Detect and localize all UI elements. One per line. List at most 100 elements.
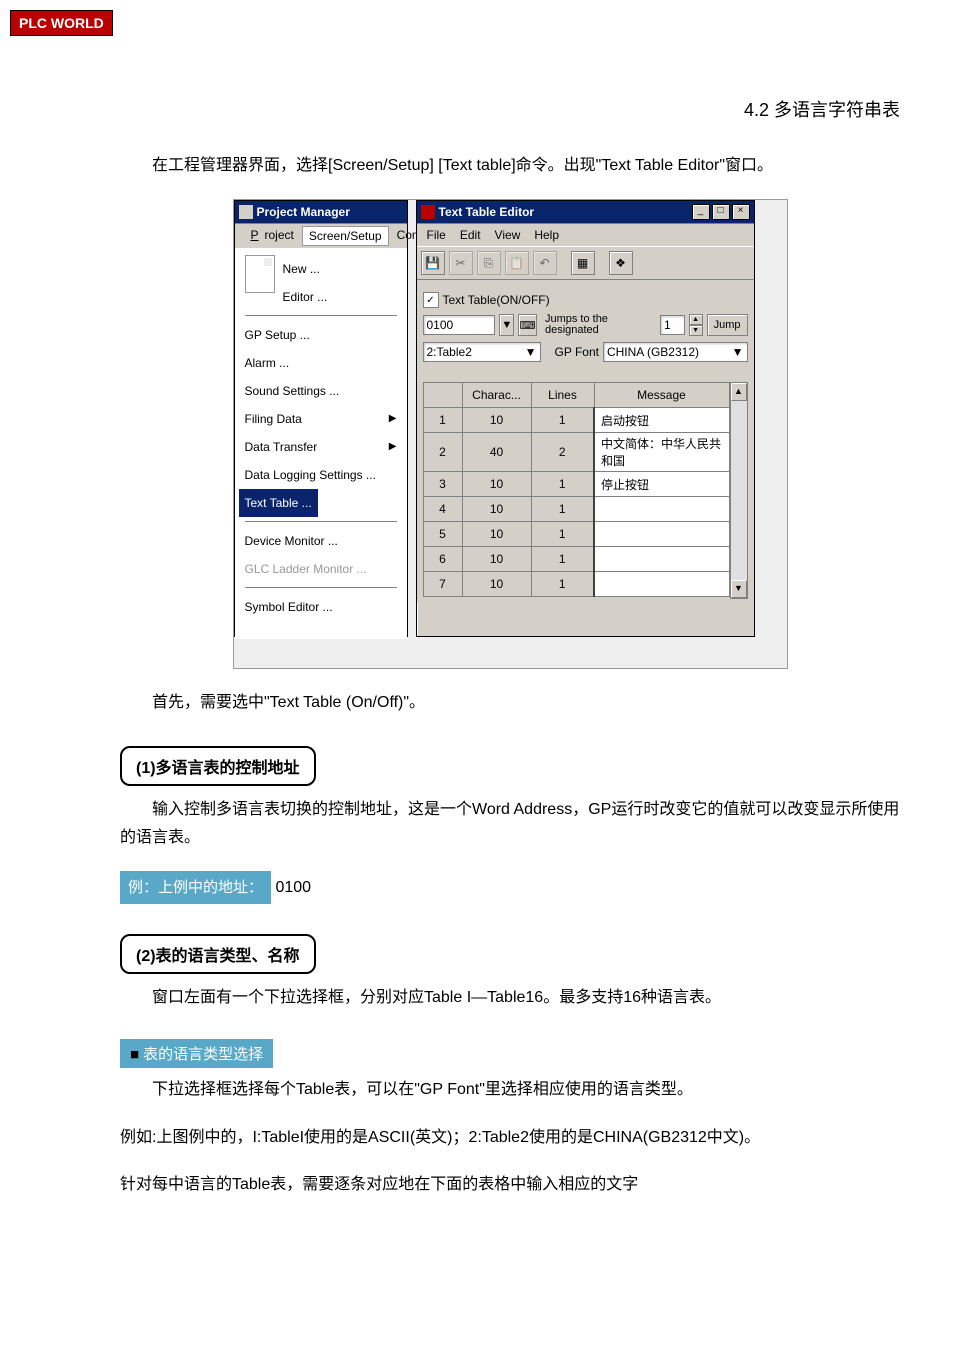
row-header: 5	[423, 522, 462, 547]
maximize-button[interactable]: □	[712, 204, 730, 220]
section-box-2: (2)表的语言类型、名称	[120, 934, 316, 974]
menu-edit[interactable]: Edit	[454, 226, 487, 244]
col-header-lines[interactable]: Lines	[531, 383, 594, 408]
cut-button[interactable]: ✂	[449, 251, 473, 275]
pm-titlebar: Project Manager	[235, 201, 407, 223]
cell-message[interactable]: 停止按钮	[594, 472, 729, 497]
tool-button-2[interactable]: ❖	[609, 251, 633, 275]
menu-device-monitor[interactable]: Device Monitor ...	[245, 527, 397, 555]
close-button[interactable]: ×	[732, 204, 750, 220]
spin-up-button[interactable]: ▲	[689, 314, 703, 325]
col-header-message[interactable]: Message	[594, 383, 729, 408]
pm-menu-body: New ... Editor ... GP Setup ... Alarm ..…	[235, 249, 407, 639]
row-header: 1	[423, 408, 462, 433]
row-header: 7	[423, 572, 462, 597]
table-row[interactable]: 7101	[423, 572, 729, 597]
address-dropdown-button[interactable]: ▼	[499, 314, 514, 336]
cell-charac[interactable]: 10	[462, 547, 531, 572]
para5b: 例如:上图例中的，I:TableI使用的是ASCII(英文)；2:Table2使…	[120, 1124, 900, 1151]
vertical-scrollbar[interactable]: ▲ ▼	[730, 382, 748, 599]
menu-data-logging[interactable]: Data Logging Settings ...	[245, 461, 397, 489]
undo-button[interactable]: ↶	[533, 251, 557, 275]
screenshot-figure: Project Manager Project Screen/Setup Con…	[233, 199, 788, 669]
chevron-down-icon: ▼	[525, 345, 537, 359]
submenu-caret-icon: ▶	[389, 407, 397, 431]
gp-font-select[interactable]: CHINA (GB2312)▼	[603, 342, 748, 362]
row-header: 3	[423, 472, 462, 497]
text-table-editor-window: Text Table Editor _ □ × File Edit View H…	[416, 200, 755, 637]
cell-lines[interactable]: 1	[531, 522, 594, 547]
sub-heading: 表的语言类型选择	[120, 1039, 273, 1068]
cell-message[interactable]: 中文简体：中华人民共和国	[594, 433, 729, 472]
cell-lines[interactable]: 1	[531, 408, 594, 433]
gp-font-label: GP Font	[555, 345, 599, 359]
menu-filing-data[interactable]: Filing Data▶	[245, 405, 397, 433]
app-icon	[239, 205, 253, 219]
menu-text-table[interactable]: Text Table ...	[239, 489, 318, 517]
jump-button[interactable]: Jump	[707, 314, 748, 336]
cell-message[interactable]	[594, 522, 729, 547]
keypad-button[interactable]: ⌨	[518, 314, 537, 336]
row-header: 6	[423, 547, 462, 572]
menu-screen-setup[interactable]: Screen/Setup	[302, 226, 389, 246]
table-select[interactable]: 2:Table2▼	[423, 342, 541, 362]
spin-down-button[interactable]: ▼	[689, 325, 703, 336]
col-header-blank	[423, 383, 462, 408]
col-header-charac[interactable]: Charac...	[462, 383, 531, 408]
cell-lines[interactable]: 2	[531, 433, 594, 472]
menu-project[interactable]: Project	[239, 226, 300, 246]
cell-message[interactable]	[594, 572, 729, 597]
scroll-down-button[interactable]: ▼	[731, 580, 747, 598]
cell-charac[interactable]: 10	[462, 408, 531, 433]
cell-charac[interactable]: 10	[462, 497, 531, 522]
cell-message[interactable]: 启动按钮	[594, 408, 729, 433]
cell-message[interactable]	[594, 497, 729, 522]
para5c: 针对每中语言的Table表，需要逐条对应地在下面的表格中输入相应的文字	[120, 1171, 900, 1198]
example-label: 例：上例中的地址：	[120, 871, 271, 905]
text-table-checkbox[interactable]: ✓	[423, 292, 439, 308]
menu-symbol-editor[interactable]: Symbol Editor ...	[245, 593, 397, 621]
cell-lines[interactable]: 1	[531, 547, 594, 572]
address-input[interactable]: 0100	[423, 315, 496, 335]
minimize-button[interactable]: _	[692, 204, 710, 220]
paste-button[interactable]: 📋	[505, 251, 529, 275]
menu-alarm[interactable]: Alarm ...	[245, 349, 397, 377]
menu-glc-ladder-monitor: GLC Ladder Monitor ...	[245, 555, 397, 583]
string-table: Charac... Lines Message 1101启动按钮2402中文简体…	[423, 382, 730, 597]
table-row[interactable]: 3101停止按钮	[423, 472, 729, 497]
table-row[interactable]: 1101启动按钮	[423, 408, 729, 433]
row-header: 4	[423, 497, 462, 522]
jump-spin-value[interactable]: 1	[660, 315, 685, 335]
table-row[interactable]: 2402中文简体：中华人民共和国	[423, 433, 729, 472]
tte-toolbar: 💾 ✂ ⎘ 📋 ↶ ▦ ❖	[417, 247, 754, 280]
menu-file[interactable]: File	[421, 226, 452, 244]
menu-help[interactable]: Help	[528, 226, 565, 244]
chevron-down-icon: ▼	[732, 345, 744, 359]
example-value: 0100	[275, 879, 311, 896]
jump-label: Jumps to the designated	[545, 314, 656, 336]
menu-view[interactable]: View	[489, 226, 527, 244]
tte-body: ✓ Text Table(ON/OFF) 0100 ▼ ⌨ Jumps to t…	[417, 280, 754, 603]
cell-lines[interactable]: 1	[531, 497, 594, 522]
tte-menubar: File Edit View Help	[417, 223, 754, 247]
cell-charac[interactable]: 10	[462, 572, 531, 597]
menu-gp-setup[interactable]: GP Setup ...	[245, 321, 397, 349]
copy-button[interactable]: ⎘	[477, 251, 501, 275]
menu-sound-settings[interactable]: Sound Settings ...	[245, 377, 397, 405]
save-button[interactable]: 💾	[421, 251, 445, 275]
cell-charac[interactable]: 10	[462, 472, 531, 497]
menu-data-transfer[interactable]: Data Transfer▶	[245, 433, 397, 461]
cell-lines[interactable]: 1	[531, 572, 594, 597]
cell-charac[interactable]: 40	[462, 433, 531, 472]
table-row[interactable]: 6101	[423, 547, 729, 572]
cell-message[interactable]	[594, 547, 729, 572]
pm-menubar: Project Screen/Setup Control Edit	[235, 223, 407, 249]
cell-lines[interactable]: 1	[531, 472, 594, 497]
para-table-range: 窗口左面有一个下拉选择框，分别对应Table I—Table16。最多支持16种…	[120, 984, 900, 1011]
table-row[interactable]: 5101	[423, 522, 729, 547]
scroll-up-button[interactable]: ▲	[731, 383, 747, 401]
app-icon	[421, 205, 435, 219]
tool-button-1[interactable]: ▦	[571, 251, 595, 275]
table-row[interactable]: 4101	[423, 497, 729, 522]
cell-charac[interactable]: 10	[462, 522, 531, 547]
